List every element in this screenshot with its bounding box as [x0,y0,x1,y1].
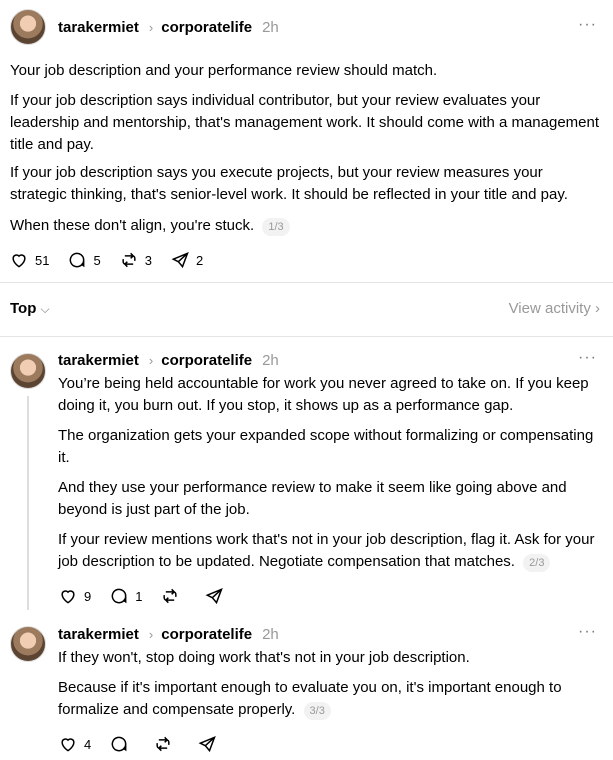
post-header: tarakermiet › corporatelife 2h [58,624,279,644]
sort-dropdown[interactable]: Top ⌵ [10,300,50,317]
post-paragraph: If your job description says you execute… [10,164,568,203]
sort-bar: Top ⌵ View activity › [10,300,600,320]
community-name[interactable]: corporatelife [161,19,252,36]
share-count: 2 [195,252,204,268]
repost-icon [163,588,178,604]
post-paragraph: You’re being held accountable for work y… [58,375,589,414]
reply-button[interactable]: 1 [109,586,142,606]
username[interactable]: tarakermiet [58,626,139,643]
avatar[interactable] [10,353,46,389]
reply-button[interactable] [109,734,135,754]
share-button[interactable]: 2 [170,250,203,270]
repost-button[interactable] [153,734,179,754]
timestamp: 2h [262,351,279,369]
chevron-right-icon: › [148,352,154,368]
like-count: 9 [84,588,92,604]
repost-count: 3 [144,252,152,268]
chevron-right-icon: › [148,19,154,35]
heart-icon [61,590,75,604]
share-icon [198,735,217,753]
divider [0,336,613,337]
community-name[interactable]: corporatelife [161,352,252,369]
post-paragraph: If your job description says individual … [10,92,600,153]
comment-icon [111,588,127,604]
repost-button[interactable]: 3 [119,250,152,270]
more-icon[interactable]: ··· [578,349,597,367]
view-activity-label: View activity [508,300,591,317]
like-button[interactable]: 4 [58,734,91,754]
page-indicator: 2/3 [523,554,551,572]
timestamp: 2h [262,625,279,643]
chevron-right-icon: › [595,300,600,317]
post-actions: 9 1 [58,586,248,606]
share-button[interactable] [197,734,223,754]
post-text: When these don't align, you're stuck. [10,217,255,234]
timestamp: 2h [262,18,279,36]
post-text: If your review mentions work that's not … [58,531,595,570]
like-count: 51 [35,252,50,268]
chevron-right-icon: › [148,626,154,642]
thread-line [27,396,29,610]
avatar[interactable] [10,626,46,662]
chevron-down-icon: ⌵ [40,302,50,316]
avatar[interactable] [10,9,46,45]
page-indicator: 3/3 [303,702,331,720]
sort-label: Top [10,300,37,317]
like-count: 4 [84,736,92,752]
share-icon [171,251,189,269]
post-paragraph: Because if it's important enough to eval… [58,677,598,721]
more-icon[interactable]: ··· [578,16,597,34]
reply-count: 5 [93,252,101,268]
repost-icon [156,736,170,752]
community-name[interactable]: corporatelife [161,626,252,643]
share-button[interactable] [204,586,230,606]
username[interactable]: tarakermiet [58,352,139,369]
comment-icon [111,736,127,752]
reply-count: 1 [135,588,143,604]
repost-button[interactable] [160,586,186,606]
username[interactable]: tarakermiet [58,19,139,36]
post-header: tarakermiet › corporatelife 2h [58,350,279,370]
divider [0,282,613,283]
like-button[interactable]: 51 [9,250,49,270]
like-button[interactable]: 9 [58,586,91,606]
comment-icon [70,252,85,268]
post-paragraph: If your review mentions work that's not … [58,529,598,573]
post-paragraph: The organization gets your expanded scop… [58,427,594,466]
heart-icon [61,738,75,752]
post-paragraph: If they won't, stop doing work that's no… [58,649,470,666]
reply-button[interactable]: 5 [67,250,101,270]
post-paragraph: Your job description and your performanc… [10,62,438,79]
post-actions: 4 [58,734,241,754]
post-paragraph: And they use your performance review to … [58,479,567,518]
more-icon[interactable]: ··· [578,623,597,641]
post-paragraph: When these don't align, you're stuck. 1/… [10,215,600,237]
post-actions: 51 5 3 2 [9,250,221,270]
view-activity-link[interactable]: View activity › [509,300,600,317]
heart-icon [12,254,26,268]
post-header: tarakermiet › corporatelife 2h [58,17,279,37]
page-indicator: 1/3 [262,218,290,236]
share-icon [205,587,224,605]
repost-icon [122,252,136,268]
